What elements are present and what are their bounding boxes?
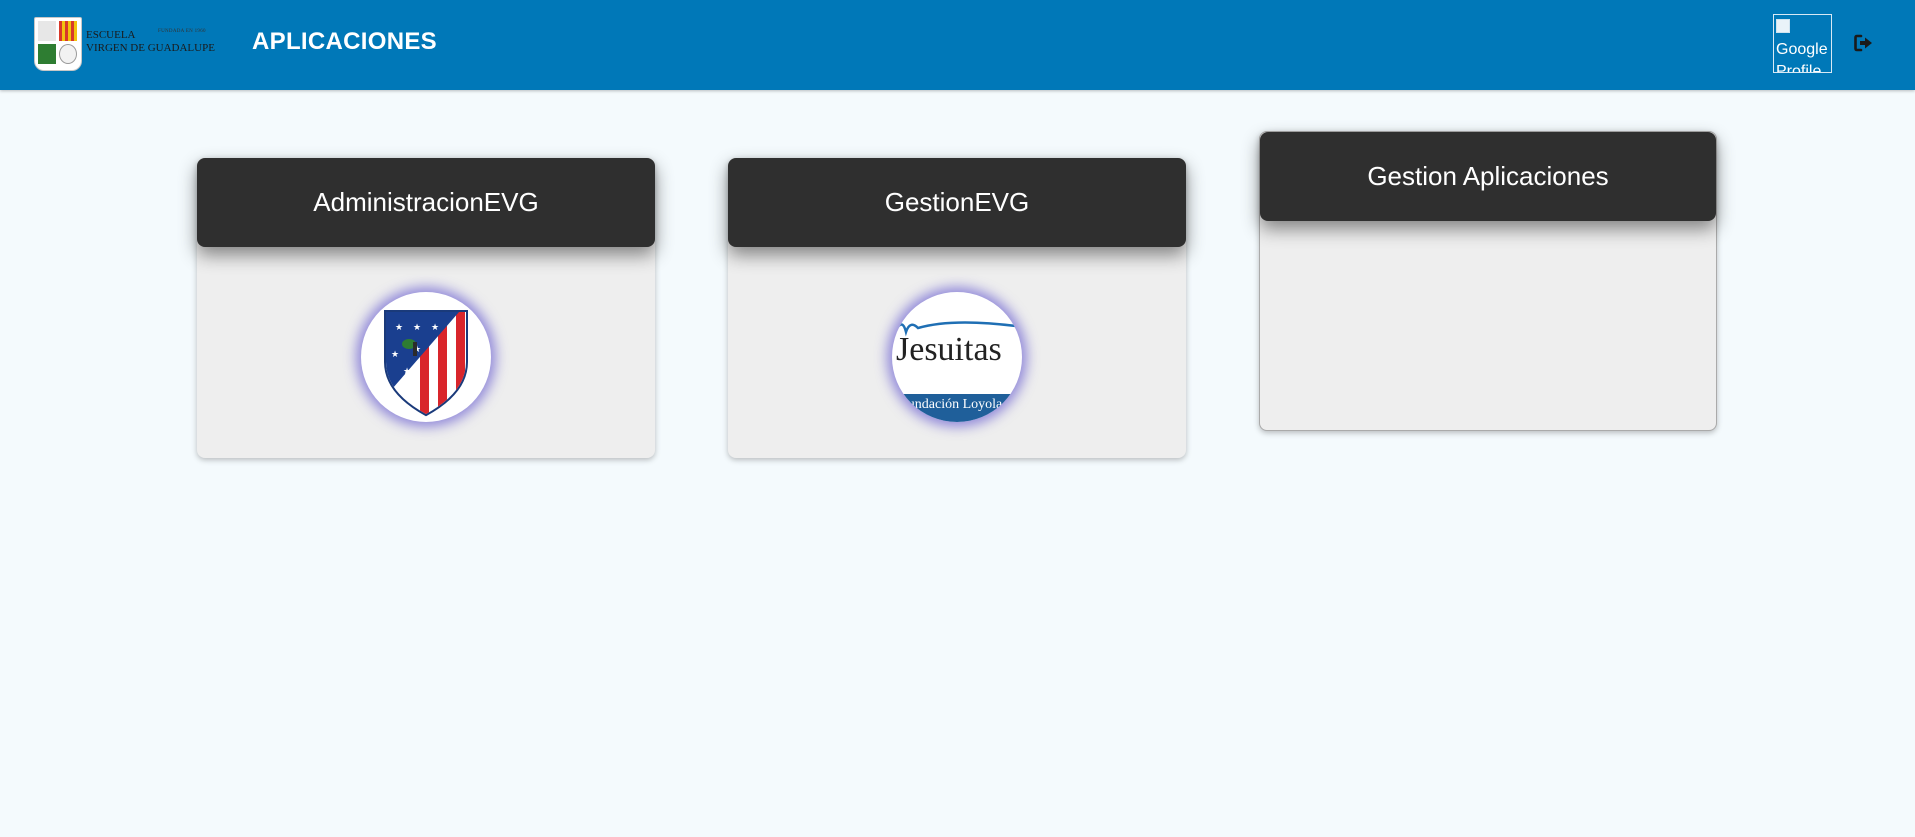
top-bar: ESCUELA VIRGEN DE GUADALUPE FUNDADA EN 1… <box>0 0 1915 90</box>
svg-text:★: ★ <box>395 323 403 333</box>
app-card-title[interactable]: GestionEVG <box>728 158 1186 247</box>
school-logo[interactable]: ESCUELA VIRGEN DE GUADALUPE FUNDADA EN 1… <box>34 17 218 71</box>
school-founded-text: FUNDADA EN 1960 <box>158 29 206 34</box>
svg-text:★: ★ <box>397 381 405 391</box>
svg-text:★: ★ <box>431 323 439 333</box>
jesuitas-logo-icon[interactable]: Jesuitas Fundación Loyola <box>892 292 1022 422</box>
school-name-line-2: VIRGEN DE GUADALUPE <box>86 42 215 54</box>
app-card-gestion-aplicaciones[interactable]: Gestion Aplicaciones <box>1259 131 1717 431</box>
app-card-administracion[interactable]: AdministracionEVG ★ ★ ★ ★ ★ ★ ★ <box>197 158 655 458</box>
svg-text:★: ★ <box>413 323 421 333</box>
profile-alt-text: Google Profile <box>1776 41 1828 73</box>
jesuitas-text: Jesuitas <box>896 331 1002 368</box>
school-crest-icon <box>34 17 82 71</box>
logout-button[interactable] <box>1854 34 1874 52</box>
app-card-title[interactable]: AdministracionEVG <box>197 158 655 247</box>
broken-image-icon <box>1776 19 1790 33</box>
sign-out-icon <box>1854 34 1872 52</box>
app-card-title[interactable]: Gestion Aplicaciones <box>1260 132 1716 221</box>
svg-text:★: ★ <box>403 367 411 377</box>
google-profile-image[interactable]: Google Profile <box>1773 14 1832 73</box>
atletico-crest-icon[interactable]: ★ ★ ★ ★ ★ ★ ★ <box>361 292 491 422</box>
jesuitas-band-text: Fundación Loyola <box>892 394 1022 422</box>
svg-text:★: ★ <box>391 350 399 360</box>
school-name: ESCUELA VIRGEN DE GUADALUPE FUNDADA EN 1… <box>86 29 215 55</box>
app-card-gestion[interactable]: GestionEVG Jesuitas Fundación Loyola <box>728 158 1186 458</box>
page-title: APLICACIONES <box>252 28 437 55</box>
